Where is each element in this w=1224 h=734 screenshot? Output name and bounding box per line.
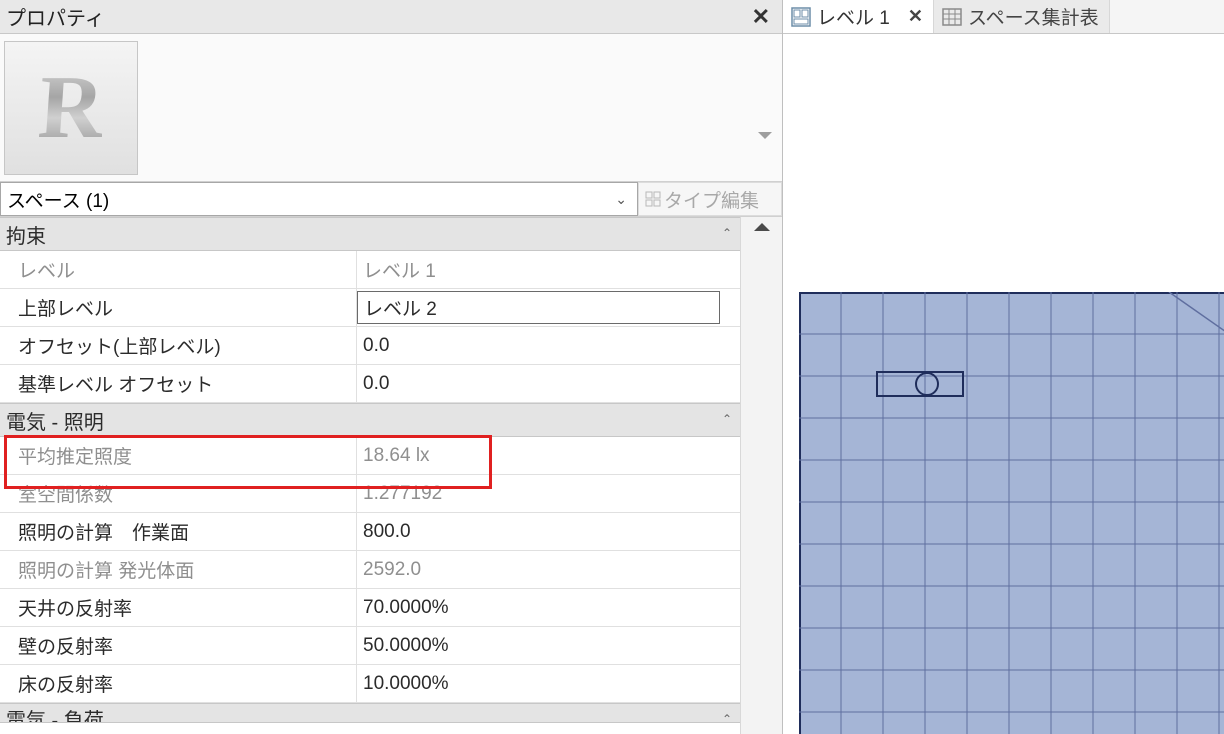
type-edit-label: タイプ編集 [664,186,759,213]
row-label: レベル [0,251,357,288]
selector-row: スペース (1) ⌄ タイプ編集 [0,182,782,217]
section-collapse-icon: ⌃ [722,226,732,240]
section-constraints[interactable]: 拘束 ⌃ [0,217,740,251]
tab-label: レベル 1 [817,3,890,30]
row-value: 18.64 lx [357,437,740,474]
close-icon[interactable]: ✕ [908,6,923,27]
plan-viewport[interactable] [783,34,1224,734]
type-preview: R [0,34,782,182]
scrollbar[interactable] [740,217,782,734]
revit-logo-icon: R [35,56,107,159]
section-collapse-icon: ⌃ [722,412,732,426]
tab-level-1[interactable]: レベル 1 ✕ [783,0,934,33]
row-label: 照明の計算 発光体面 [0,551,357,588]
row-label: 壁の反射率 [0,627,357,664]
view-area: レベル 1 ✕ スペース集計表 [783,0,1224,734]
section-elec-lighting[interactable]: 電気 - 照明 ⌃ [0,403,740,437]
chevron-down-icon[interactable] [758,132,772,139]
element-selector[interactable]: スペース (1) ⌄ [0,182,638,216]
row-label: 床の反射率 [0,665,357,702]
tab-space-schedule[interactable]: スペース集計表 [934,0,1110,33]
preview-thumbnail: R [4,41,138,175]
row-calc-luminous: 照明の計算 発光体面 2592.0 [0,551,740,589]
row-label: 平均推定照度 [0,437,357,474]
row-value: レベル 1 [357,251,740,288]
section-collapse-icon: ⌃ [722,712,732,723]
row-base-offset: 基準レベル オフセット 0.0 [0,365,740,403]
view-tabs: レベル 1 ✕ スペース集計表 [783,0,1224,34]
row-value[interactable]: 0.0 [357,327,740,364]
close-icon[interactable]: ✕ [746,4,776,30]
row-floor-refl: 床の反射率 10.0000% [0,665,740,703]
row-value[interactable]: 10.0000% [357,665,740,702]
type-edit-icon [645,191,661,207]
row-label: オフセット(上部レベル) [0,327,357,364]
section-title: 電気 - 照明 [6,406,104,435]
row-label: 上部レベル [0,289,357,326]
row-value: 1.277192 [357,475,740,512]
row-label: 照明の計算 作業面 [0,513,357,550]
row-label: 室空間係数 [0,475,357,512]
row-value[interactable]: 70.0000% [357,589,740,626]
floor-plan [799,292,1224,734]
section-title: 電気 - 負荷 [6,704,104,723]
panel-titlebar: プロパティ ✕ [0,0,782,34]
row-ceiling-refl: 天井の反射率 70.0000% [0,589,740,627]
tab-label: スペース集計表 [968,3,1099,30]
row-avg-illuminance: 平均推定照度 18.64 lx [0,437,740,475]
row-value[interactable]: 800.0 [357,513,740,550]
row-value[interactable]: 50.0000% [357,627,740,664]
section-elec-load[interactable]: 電気 - 負荷 ⌃ [0,703,740,723]
row-value-input[interactable]: レベル 2 [357,291,720,324]
type-edit-button[interactable]: タイプ編集 [638,182,782,216]
property-grid: 拘束 ⌃ レベル レベル 1 上部レベル レベル 2 オフセット(上部レベル) … [0,217,782,734]
properties-panel: プロパティ ✕ R スペース (1) ⌄ [0,0,783,734]
panel-title-text: プロパティ [6,2,105,31]
row-level: レベル レベル 1 [0,251,740,289]
schedule-icon [942,7,962,27]
chevron-down-icon: ⌄ [615,191,627,208]
row-room-cavity: 室空間係数 1.277192 [0,475,740,513]
row-value: 2592.0 [357,551,740,588]
row-value[interactable]: 0.0 [357,365,740,402]
row-upper-level: 上部レベル レベル 2 [0,289,740,327]
row-label: 基準レベル オフセット [0,365,357,402]
row-offset-upper: オフセット(上部レベル) 0.0 [0,327,740,365]
row-calc-workplane: 照明の計算 作業面 800.0 [0,513,740,551]
selector-text: スペース (1) [7,186,109,213]
row-wall-refl: 壁の反射率 50.0000% [0,627,740,665]
section-title: 拘束 [6,220,46,249]
plan-view-icon [791,7,811,27]
row-label: 天井の反射率 [0,589,357,626]
scroll-up-icon[interactable] [754,223,770,231]
